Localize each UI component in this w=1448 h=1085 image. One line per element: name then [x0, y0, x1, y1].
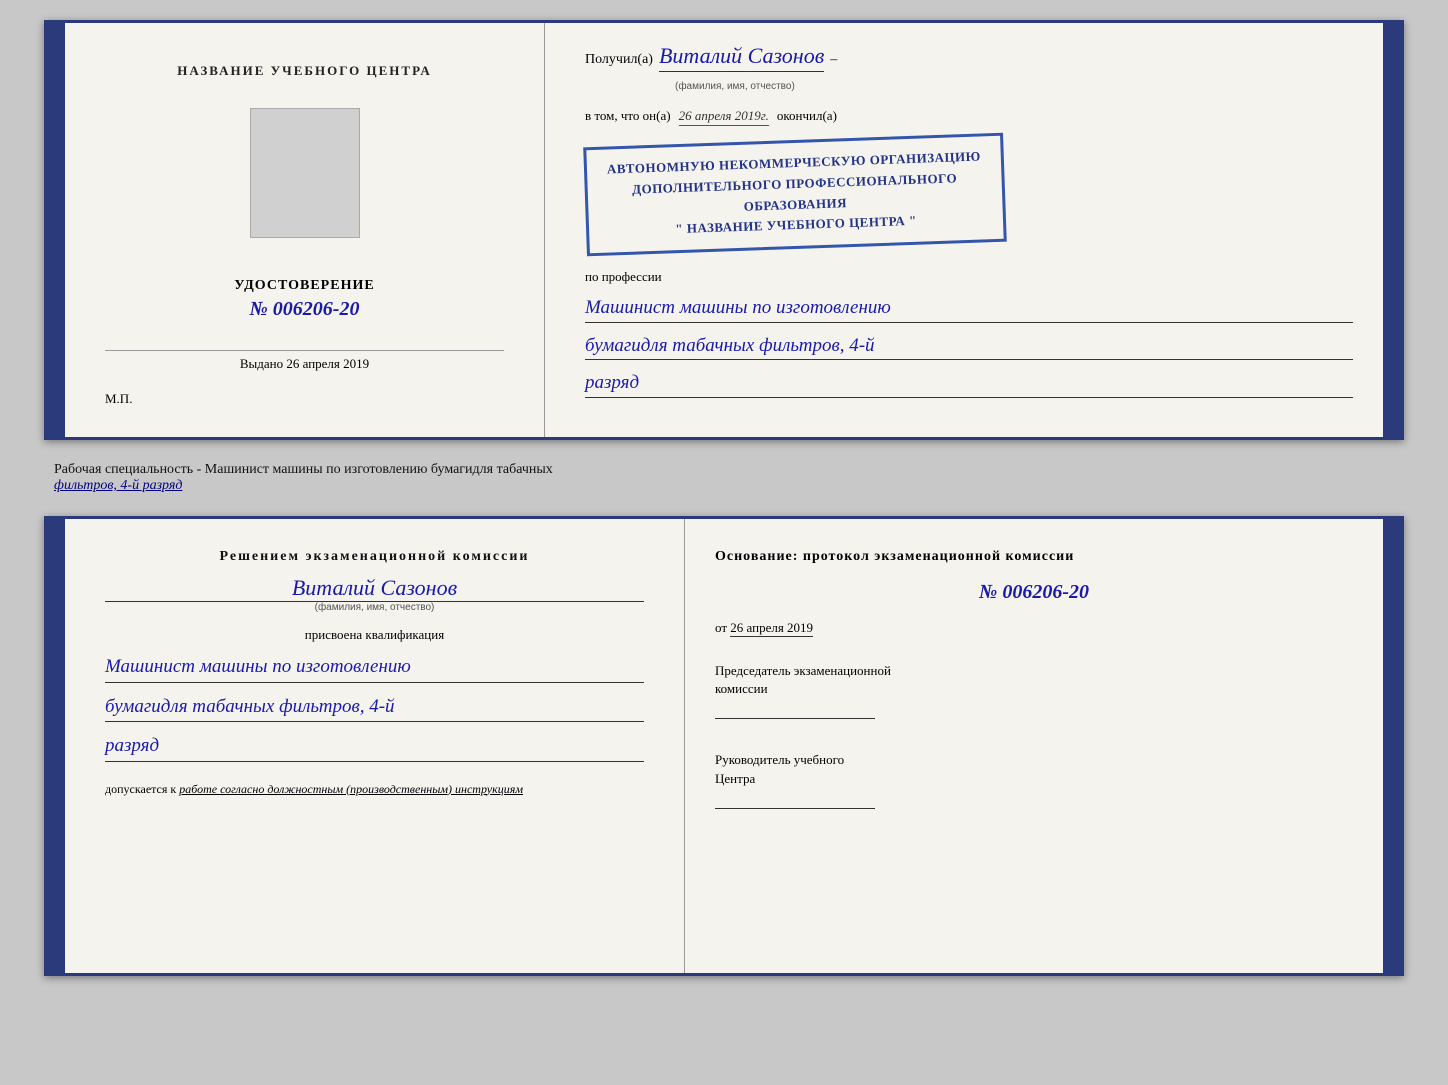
ot-date: 26 апреля 2019: [730, 620, 813, 637]
bottom-left-panel: Решением экзаменационной комиссии Витали…: [65, 519, 685, 973]
kvali-line1: Машинист машины по изготовлению: [105, 653, 644, 683]
po-professii: по профессии: [585, 269, 1353, 285]
poluchil-prefix: Получил(а): [585, 52, 653, 68]
chairman-line2: комиссии: [715, 680, 1353, 698]
vtom-date: 26 апреля 2019г.: [679, 108, 769, 126]
vydano-line: Выдано 26 апреля 2019: [105, 350, 504, 372]
dopusk-prefix: допускается к: [105, 782, 176, 796]
chairman-signature-line: [715, 718, 875, 719]
stamp-block: АВТОНОМНУЮ НЕКОММЕРЧЕСКУЮ ОРГАНИЗАЦИЮ ДО…: [583, 133, 1007, 257]
udostoverenie-block: УДОСТОВЕРЕНИЕ № 006206-20: [234, 278, 374, 321]
udostoverenie-number: № 006206-20: [234, 298, 374, 321]
top-right-panel: Получил(а) Виталий Сазонов – (фамилия, и…: [545, 23, 1383, 437]
udostoverenie-title: УДОСТОВЕРЕНИЕ: [234, 278, 374, 294]
ot-label: от: [715, 620, 727, 635]
spine-left-bottom: [47, 519, 65, 973]
bottom-right-panel: Основание: протокол экзаменационной коми…: [685, 519, 1383, 973]
top-document: НАЗВАНИЕ УЧЕБНОГО ЦЕНТРА УДОСТОВЕРЕНИЕ №…: [44, 20, 1404, 440]
middle-text-block: Рабочая специальность - Машинист машины …: [44, 456, 1404, 500]
person-name-bottom: Виталий Сазонов: [105, 575, 644, 602]
kvali-line3: разряд: [105, 732, 644, 762]
kvali-line2: бумагидля табачных фильтров, 4-й: [105, 693, 644, 723]
vydano-date: 26 апреля 2019: [286, 356, 369, 371]
spine-left: [47, 23, 65, 437]
fio-sub-top: (фамилия, имя, отчество): [675, 81, 795, 92]
protocol-number: № 006206-20: [715, 581, 1353, 604]
rukov-block: Руководитель учебного Центра: [715, 751, 1353, 808]
osnov-title: Основание: протокол экзаменационной коми…: [715, 549, 1353, 565]
poluchil-line: Получил(а) Виталий Сазонов –: [585, 43, 1353, 72]
reshen-title: Решением экзаменационной комиссии: [105, 549, 644, 565]
profession-line2: бумагидля табачных фильтров, 4-й: [585, 333, 1353, 361]
middle-text-1: Рабочая специальность - Машинист машины …: [54, 462, 553, 477]
photo-placeholder: [250, 108, 360, 238]
prisvoena-text: присвоена квалификация: [105, 627, 644, 643]
dopuskaetsya-line: допускается к работе согласно должностны…: [105, 782, 644, 797]
spine-right-bottom: [1383, 519, 1401, 973]
center-label-top: НАЗВАНИЕ УЧЕБНОГО ЦЕНТРА: [177, 63, 432, 79]
fio-sub-bottom: (фамилия, имя, отчество): [105, 602, 644, 613]
person-name-top: Виталий Сазонов: [659, 43, 824, 72]
spine-right-top: [1383, 23, 1401, 437]
middle-text-2: фильтров, 4-й разряд: [54, 478, 182, 493]
vtom-line: в том, что он(а) 26 апреля 2019г. окончи…: [585, 108, 1353, 126]
rukov-signature-line: [715, 808, 875, 809]
dopusk-italic: работе согласно должностным (производств…: [179, 782, 523, 796]
rukov-line2: Центра: [715, 770, 1353, 788]
chairman-line1: Председатель экзаменационной: [715, 662, 1353, 680]
okonchil-suffix: окончил(а): [777, 108, 837, 124]
mp-label: М.П.: [105, 391, 132, 407]
bottom-document: Решением экзаменационной комиссии Витали…: [44, 516, 1404, 976]
vydano-label: Выдано: [240, 356, 283, 371]
top-left-panel: НАЗВАНИЕ УЧЕБНОГО ЦЕНТРА УДОСТОВЕРЕНИЕ №…: [65, 23, 545, 437]
rukov-line1: Руководитель учебного: [715, 751, 1353, 769]
ot-date-line: от 26 апреля 2019: [715, 620, 1353, 636]
profession-line1: Машинист машины по изготовлению: [585, 295, 1353, 323]
profession-line3: разряд: [585, 370, 1353, 398]
vtom-prefix: в том, что он(а): [585, 108, 671, 124]
chairman-block: Председатель экзаменационной комиссии: [715, 662, 1353, 719]
